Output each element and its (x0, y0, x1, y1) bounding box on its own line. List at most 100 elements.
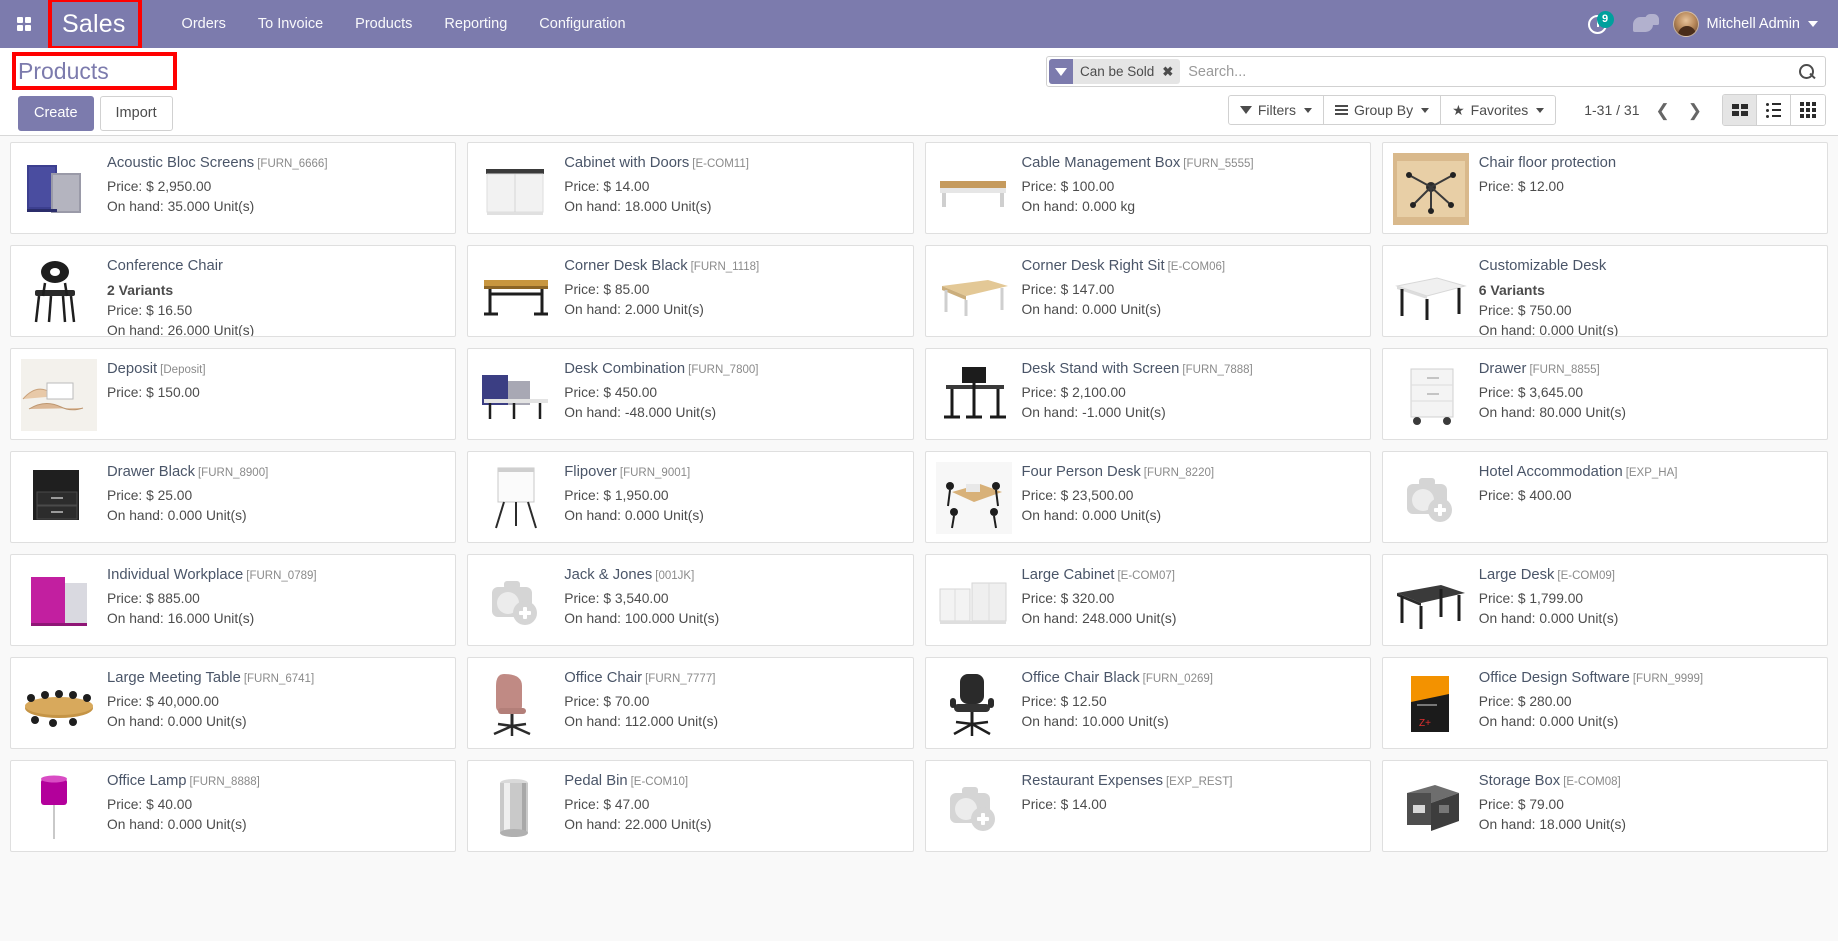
product-name[interactable]: Desk Combination (564, 361, 685, 377)
product-card[interactable]: Office Lamp [FURN_8888] Price: $ 40.00 On h… (10, 760, 457, 852)
product-name[interactable]: Acoustic Bloc Screens (107, 155, 254, 171)
product-card[interactable]: Four Person Desk [FURN_8220] Price: $ 23,5… (924, 451, 1371, 543)
product-name[interactable]: Office Design Software (1479, 670, 1630, 686)
create-button[interactable]: Create (18, 96, 94, 131)
product-card-body: Pedal Bin [E-COM10] Price: $ 47.00 On hand:… (564, 769, 902, 843)
product-card[interactable]: Large Meeting Table [FURN_6741] Price: $ 4… (10, 657, 457, 749)
product-name[interactable]: Office Chair Black (1022, 670, 1140, 686)
product-card[interactable]: Hotel Accommodation [EXP_HA] Price: $ 400.… (1381, 451, 1828, 543)
view-button-kanban[interactable] (1723, 95, 1757, 125)
search-facet-can-be-sold[interactable]: Can be Sold ✖ (1049, 59, 1181, 84)
apps-menu-button[interactable] (6, 6, 42, 42)
menu-item-orders[interactable]: Orders (166, 2, 242, 46)
menu-item-products[interactable]: Products (339, 2, 428, 46)
group-by-dropdown[interactable]: Group By (1324, 96, 1442, 124)
product-name[interactable]: Conference Chair (107, 258, 223, 274)
product-card[interactable]: Individual Workplace [FURN_0789] Price: $ … (10, 554, 457, 646)
pager-previous-button[interactable]: ❮ (1654, 102, 1672, 119)
product-card[interactable]: Cable Management Box [FURN_5555] Price: $ … (924, 142, 1371, 234)
product-reference: [E-COM09] (1557, 570, 1615, 582)
product-name[interactable]: Office Chair (564, 670, 642, 686)
activity-menu-button[interactable]: 9 (1578, 9, 1617, 40)
product-card-body: Flipover [FURN_9001] Price: $ 1,950.00 On h… (564, 460, 902, 534)
product-name[interactable]: Corner Desk Right Sit (1022, 258, 1165, 274)
product-price: Price: $ 450.00 (564, 384, 658, 400)
product-name[interactable]: Drawer Black (107, 464, 195, 480)
product-name[interactable]: Corner Desk Black (564, 258, 687, 274)
product-name[interactable]: Jack & Jones (564, 567, 652, 583)
product-card[interactable]: Corner Desk Black [FURN_1118] Price: $ 85.… (467, 245, 914, 337)
product-card[interactable]: Office Chair [FURN_7777] Price: $ 70.00 On … (467, 657, 914, 749)
product-card[interactable]: Pedal Bin [E-COM10] Price: $ 47.00 On hand:… (467, 760, 914, 852)
search-icon[interactable] (1799, 63, 1815, 80)
product-card[interactable]: Cabinet with Doors [E-COM11] Price: $ 14.0… (467, 142, 914, 234)
product-card[interactable]: Office Chair Black [FURN_0269] Price: $ 12… (924, 657, 1371, 749)
kanban-view-icon (1731, 104, 1748, 116)
main-menu: Orders To Invoice Products Reporting Con… (166, 2, 642, 46)
app-brand-sales[interactable]: Sales (62, 11, 126, 37)
product-name[interactable]: Cabinet with Doors (564, 155, 689, 171)
messaging-menu-button[interactable] (1623, 11, 1663, 38)
filters-dropdown[interactable]: Filters (1229, 96, 1324, 124)
product-name[interactable]: Chair floor protection (1479, 155, 1616, 171)
product-name[interactable]: Four Person Desk (1022, 464, 1141, 480)
product-card[interactable]: Desk Combination [FURN_7800] Price: $ 450.… (467, 348, 914, 440)
pager-next-button[interactable]: ❯ (1686, 102, 1704, 119)
product-name[interactable]: Storage Box (1479, 773, 1560, 789)
product-name[interactable]: Pedal Bin (564, 773, 627, 789)
product-card[interactable]: Chair floor protection Price: $ 12.00 (1381, 142, 1828, 234)
product-title-line: Corner Desk Black [FURN_1118] (564, 256, 902, 276)
product-card[interactable]: Corner Desk Right Sit [E-COM06] Price: $ 1… (924, 245, 1371, 337)
view-button-grid[interactable] (1791, 95, 1825, 125)
product-name[interactable]: Restaurant Expenses (1022, 773, 1163, 789)
product-name[interactable]: Cable Management Box (1022, 155, 1181, 171)
user-menu-button[interactable]: Mitchell Admin (1669, 7, 1824, 41)
product-card[interactable]: Desk Stand with Screen [FURN_7888] Price: … (924, 348, 1371, 440)
kanban-view: Acoustic Bloc Screens [FURN_6666] Price: $… (0, 136, 1838, 941)
menu-item-reporting[interactable]: Reporting (428, 2, 523, 46)
product-name[interactable]: Office Lamp (107, 773, 187, 789)
product-card[interactable]: Conference Chair 2 Variants Price: $ 16.50… (10, 245, 457, 337)
product-name[interactable]: Large Meeting Table (107, 670, 241, 686)
product-name[interactable]: Large Desk (1479, 567, 1555, 583)
menu-item-to-invoice[interactable]: To Invoice (242, 2, 339, 46)
product-card[interactable]: Restaurant Expenses [EXP_REST] Price: $ 14… (924, 760, 1371, 852)
product-name[interactable]: Hotel Accommodation (1479, 464, 1623, 480)
menu-item-configuration[interactable]: Configuration (523, 2, 641, 46)
close-icon[interactable]: ✖ (1159, 59, 1181, 84)
product-card[interactable]: Customizable Desk 6 Variants Price: $ 750.… (1381, 245, 1828, 337)
product-card[interactable]: Drawer [FURN_8855] Price: $ 3,645.00 On han… (1381, 348, 1828, 440)
product-name[interactable]: Individual Workplace (107, 567, 243, 583)
product-name[interactable]: Drawer (1479, 361, 1527, 377)
view-button-list[interactable] (1757, 95, 1791, 125)
product-card[interactable]: Storage Box [E-COM08] Price: $ 79.00 On han… (1381, 760, 1828, 852)
product-card[interactable]: Drawer Black [FURN_8900] Price: $ 25.00 On … (10, 451, 457, 543)
product-name[interactable]: Large Cabinet (1022, 567, 1115, 583)
product-title-line: Office Chair Black [FURN_0269] (1022, 668, 1360, 688)
product-card[interactable]: Jack & Jones [001JK] Price: $ 3,540.00 On h… (467, 554, 914, 646)
product-name[interactable]: Deposit (107, 361, 157, 377)
star-icon: ★ (1452, 102, 1465, 118)
product-card[interactable]: Flipover [FURN_9001] Price: $ 1,950.00 On h… (467, 451, 914, 543)
product-on-hand: On hand: 80.000 Unit(s) (1478, 404, 1627, 420)
product-on-hand: On hand: -48.000 Unit(s) (564, 404, 717, 420)
product-card[interactable]: Deposit [Deposit] Price: $ 150.00 (10, 348, 457, 440)
product-card-body: Cable Management Box [FURN_5555] Price: $ … (1022, 151, 1360, 225)
product-reference: [FURN_9001] (619, 467, 691, 479)
product-price: Price: $ 23,500.00 (1021, 487, 1134, 503)
import-button[interactable]: Import (99, 96, 173, 131)
product-card[interactable]: Acoustic Bloc Screens [FURN_6666] Price: $… (10, 142, 457, 234)
product-card[interactable]: Large Desk [E-COM09] Price: $ 1,799.00 On h… (1381, 554, 1828, 646)
product-name[interactable]: Flipover (564, 464, 617, 480)
product-reference: [FURN_6741] (243, 673, 315, 685)
product-name[interactable]: Customizable Desk (1479, 258, 1606, 274)
product-card-body: Restaurant Expenses [EXP_REST] Price: $ 14… (1022, 769, 1360, 843)
product-card[interactable]: Z+ Office Design Software [FURN_9999] Price… (1381, 657, 1828, 749)
favorites-dropdown[interactable]: ★ Favorites (1441, 96, 1555, 124)
product-name[interactable]: Desk Stand with Screen (1022, 361, 1180, 377)
product-card[interactable]: Large Cabinet [E-COM07] Price: $ 320.00 On … (924, 554, 1371, 646)
product-title-line: Cabinet with Doors [E-COM11] (564, 153, 902, 173)
search-bar[interactable]: Can be Sold ✖ (1046, 56, 1826, 87)
product-title-line: Deposit [Deposit] (107, 359, 445, 379)
search-input[interactable] (1180, 63, 1799, 80)
